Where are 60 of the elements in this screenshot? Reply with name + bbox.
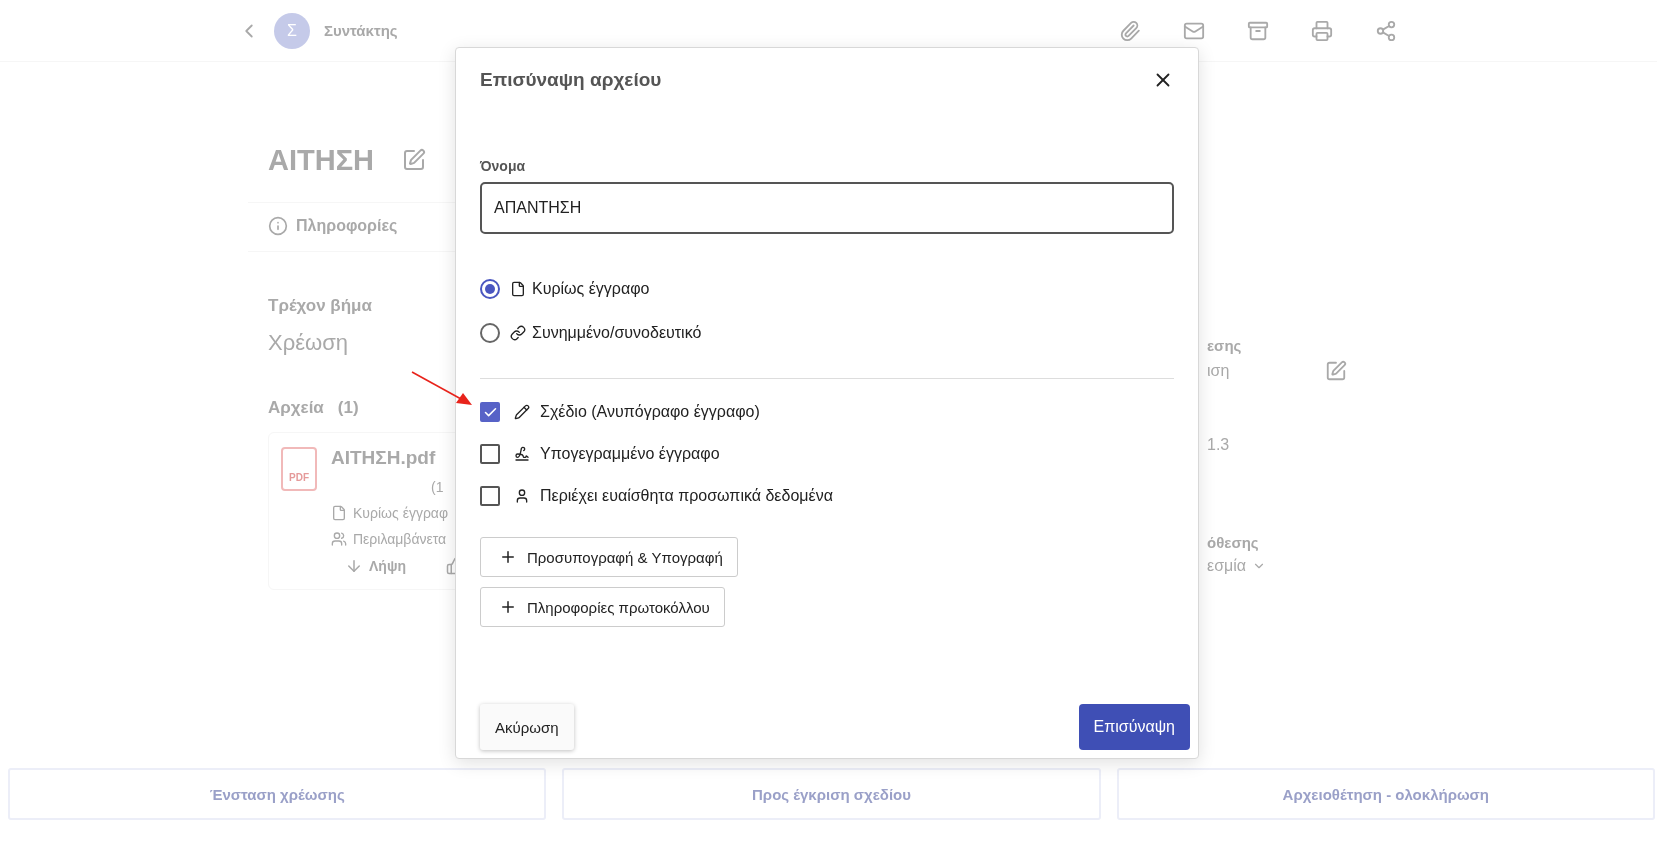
option-label: Κυρίως έγγραφο xyxy=(532,280,650,298)
dialog-title: Επισύναψη αρχείου xyxy=(480,69,662,91)
link-icon xyxy=(510,325,526,341)
printer-icon xyxy=(1311,19,1333,42)
checkbox[interactable] xyxy=(480,486,500,506)
action-button[interactable]: Αρχειοθέτηση - ολοκλήρωση xyxy=(1116,768,1655,820)
person-icon xyxy=(514,488,530,504)
field-value: ιση xyxy=(1207,362,1230,380)
action-button[interactable]: Ένσταση χρέωσης xyxy=(8,768,547,820)
document-title: ΑΙΤΗΣΗ xyxy=(268,143,374,177)
pdf-icon: PDF xyxy=(281,447,317,491)
file-role: Κυρίως έγγραφ xyxy=(353,505,448,521)
field-value: 1.3 xyxy=(1207,436,1230,454)
field-label: όθεσης xyxy=(1207,534,1259,551)
name-label: Όνομα xyxy=(480,158,527,174)
name-input[interactable]: ΑΠΑΝΤΗΣΗ xyxy=(480,182,1174,234)
checkbox[interactable] xyxy=(480,402,500,422)
files-heading: Αρχεία xyxy=(268,398,324,418)
file-icon xyxy=(331,505,347,521)
checkbox[interactable] xyxy=(480,444,500,464)
checkbox-label: Σχέδιο (Ανυπόγραφο έγγραφο) xyxy=(540,403,760,421)
add-button[interactable]: Πληροφορίες πρωτοκόλλου xyxy=(480,587,725,627)
arrow-down-icon xyxy=(345,557,363,575)
share-icon xyxy=(1375,19,1397,42)
pencil-icon xyxy=(514,404,530,420)
edit-icon[interactable] xyxy=(402,148,426,172)
field-label: εσης xyxy=(1207,337,1242,354)
archive-button[interactable] xyxy=(1247,19,1269,42)
share-button[interactable] xyxy=(1375,19,1397,42)
step-value: Χρέωση xyxy=(268,330,348,356)
file-participants: Περιλαμβάνετα xyxy=(353,531,447,547)
checkbox-label: Υπογεγραμμένο έγγραφο xyxy=(540,445,720,463)
files-count: (1) xyxy=(337,398,359,418)
radio-button[interactable] xyxy=(480,323,500,343)
cancel-button[interactable]: Ακύρωση xyxy=(480,704,574,750)
plus-icon xyxy=(499,598,517,616)
file-size: (1 xyxy=(430,479,445,495)
file-icon xyxy=(510,281,526,297)
action-button[interactable]: Προς έγκριση σχεδίου xyxy=(562,768,1101,820)
field-value: εσμία xyxy=(1207,557,1247,575)
attach-button[interactable] xyxy=(1119,19,1141,42)
paperclip-icon xyxy=(1119,19,1141,42)
submit-button[interactable]: Επισύναψη xyxy=(1078,704,1190,750)
tab[interactable]: Πληροφορίες xyxy=(268,203,398,251)
add-button[interactable]: Προσυπογραφή & Υπογραφή xyxy=(480,537,738,577)
archive-box-icon xyxy=(1247,19,1269,42)
edit-icon[interactable] xyxy=(1325,360,1348,382)
signature-icon xyxy=(514,446,530,462)
avatar: Σ xyxy=(274,12,310,49)
radio-button[interactable] xyxy=(480,279,500,299)
step-label: Τρέχον βήμα xyxy=(268,296,372,316)
pointer-arrow xyxy=(411,371,473,407)
print-button[interactable] xyxy=(1311,19,1333,42)
user-role: Συντάκτης xyxy=(324,22,398,39)
plus-icon xyxy=(499,548,517,566)
checkbox-label: Περιέχει ευαίσθητα προσωπικά δεδομένα xyxy=(540,487,833,505)
info-icon xyxy=(268,216,288,236)
option-label: Συνημμένο/συνοδευτικό xyxy=(532,324,702,342)
people-icon xyxy=(331,531,347,547)
download-button[interactable]: Λήψη xyxy=(331,557,406,575)
